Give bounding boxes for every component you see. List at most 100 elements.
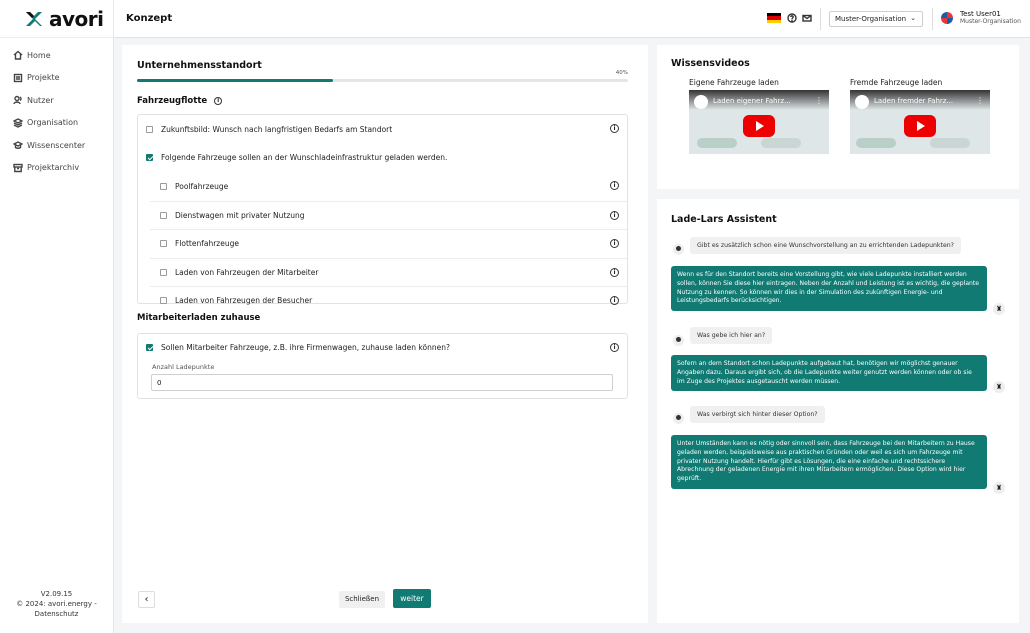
sub-option-mitarbeiter[interactable]: Laden von Fahrzeugen der Mitarbeiter i [150,257,627,287]
sub-option-label: Dienstwagen mit privater Nutzung [175,210,305,220]
option-vehicles[interactable]: Folgende Fahrzeuge sollen an der Wunschl… [138,144,627,173]
help-icon[interactable] [787,13,797,23]
privacy-link[interactable]: Datenschutz [0,609,113,619]
info-icon[interactable]: i [610,267,619,277]
projects-icon [13,73,23,82]
topbar: Konzept Muster-Organisation ⌄ Test User0… [114,0,1030,38]
channel-logo-icon [855,95,869,109]
charging-points-label: Anzahl Ladepunkte [152,363,215,371]
home-charging-title: Mitarbeiterladen zuhause [137,313,261,323]
user-avatar-icon [673,335,684,346]
car-illustration [930,138,970,148]
sidebar-footer: V2.09.15 © 2024: avori.energy - Datensch… [0,589,113,619]
car-illustration [761,138,801,148]
charging-points-value: 0 [157,378,162,387]
play-button[interactable] [904,115,936,137]
charging-points-input[interactable]: 0 [151,374,613,391]
logo-text: avori [49,6,104,31]
home-icon [13,50,23,60]
sub-option-label: Laden von Fahrzeugen der Besucher [175,296,313,306]
car-illustration [697,138,737,148]
main-panel: Unternehmensstandort 40% Fahrzeugflotte … [122,45,648,623]
mail-icon[interactable] [802,13,812,23]
video-label: Eigene Fahrzeuge laden [689,78,779,87]
checkbox-flotte[interactable] [160,240,167,248]
sidebar-item-projekte[interactable]: Projekte [0,67,113,90]
sidebar-item-label: Nutzer [27,95,54,105]
more-icon[interactable]: ⋮ [976,96,984,105]
checkbox-pool[interactable] [160,182,167,190]
video-thumbnail[interactable]: Laden eigener Fahrz... ⋮ [689,90,829,154]
sidebar-item-wissenscenter[interactable]: Wissenscenter [0,134,113,157]
avatar[interactable] [941,12,953,24]
bot-avatar-icon: ♜ [993,303,1005,315]
video-label: Fremde Fahrzeuge laden [850,78,943,87]
close-button[interactable]: Schließen [339,591,385,608]
info-icon[interactable]: i [610,296,619,305]
logo[interactable]: avori [0,0,113,38]
sidebar-item-label: Wissenscenter [27,140,86,150]
progress-label: 40% [615,70,628,76]
sidebar-item-projektarchiv[interactable]: Projektarchiv [0,157,113,180]
sidebar-item-organisation[interactable]: Organisation [0,112,113,135]
checkbox-vehicles[interactable] [146,154,153,162]
checkbox-future[interactable] [146,125,153,133]
question-bubble: Was gebe ich hier an? [690,327,773,344]
answer-bubble: Wenn es für den Standort bereits eine Vo… [671,266,987,312]
checkbox-dienstwagen[interactable] [160,211,167,219]
option-future[interactable]: Zukunftsbild: Wunsch nach langfristigen … [138,115,627,144]
sub-option-flotte[interactable]: Flottenfahrzeuge i [150,229,627,258]
sub-option-dienstwagen[interactable]: Dienstwagen mit privater Nutzung i [150,200,627,230]
user-organisation: Muster-Organisation [960,18,1021,25]
sidebar-item-label: Organisation [27,118,79,128]
german-flag-icon[interactable] [767,13,781,23]
divider [820,8,821,30]
user-name: Test User01 [960,10,1001,18]
copyright-label: © 2024: avori.energy - [16,600,97,608]
progress-bar-fill [137,79,334,82]
page-title: Konzept [126,13,173,24]
back-button[interactable]: ‹ [138,591,155,608]
chevron-down-icon: ⌄ [910,14,916,22]
question-bubble: Was verbirgt sich hinter dieser Option? [690,406,825,423]
info-icon[interactable]: i [610,210,619,220]
question-bubble: Gibt es zusätzlich schon eine Wunschvors… [690,237,961,254]
sub-options: Poolfahrzeuge i Dienstwagen mit privater… [144,172,627,315]
info-icon[interactable]: i [610,181,619,190]
bot-avatar-icon: ♜ [993,381,1005,393]
sidebar-item-home[interactable]: Home [0,44,113,67]
sub-option-besucher[interactable]: Laden von Fahrzeugen der Besucher i [150,286,627,315]
answer-bubble: Sofern an dem Standort schon Ladepunkte … [671,355,987,392]
bot-avatar-icon: ♜ [993,482,1005,494]
checkbox-home-charging[interactable] [146,343,153,351]
logo-mark-icon [26,11,42,26]
sidebar-nav: Home Projekte Nutzer Organisation Wissen… [0,38,113,179]
option-vehicles-label: Folgende Fahrzeuge sollen an der Wunschl… [161,153,448,163]
answer-bubble: Unter Umständen kann es nötig oder sinnv… [671,435,987,489]
play-button[interactable] [743,115,775,137]
channel-logo-icon [694,95,708,109]
next-button[interactable]: weiter [393,589,431,608]
sub-option-label: Laden von Fahrzeugen der Mitarbeiter [175,267,319,277]
video-thumbnail[interactable]: Laden fremder Fahrz... ⋮ [850,90,990,154]
sidebar-item-nutzer[interactable]: Nutzer [0,89,113,112]
info-icon[interactable]: i [214,96,223,105]
checkbox-besucher[interactable] [160,297,167,305]
checkbox-mitarbeiter[interactable] [160,268,167,276]
videos-title: Wissensvideos [671,58,750,69]
video-title: Laden fremder Fahrz... [874,97,954,105]
user-avatar-icon [673,244,684,255]
option-home-charging[interactable]: Sollen Mitarbeiter Fahrzeuge, z.B. ihre … [138,334,627,360]
user-info[interactable]: Test User01 Muster-Organisation [960,10,1021,26]
more-icon[interactable]: ⋮ [815,96,823,105]
user-avatar-icon [673,413,684,424]
organisation-select[interactable]: Muster-Organisation ⌄ [829,11,923,27]
info-icon[interactable]: i [610,239,619,248]
sub-option-label: Poolfahrzeuge [175,181,229,191]
info-icon[interactable]: i [610,124,619,133]
info-icon[interactable]: i [610,343,619,352]
sub-option-pool[interactable]: Poolfahrzeuge i [150,172,627,201]
home-charging-question: Sollen Mitarbeiter Fahrzeuge, z.B. ihre … [161,342,450,352]
progress-bar [137,79,628,82]
organisation-select-value: Muster-Organisation [835,15,907,23]
